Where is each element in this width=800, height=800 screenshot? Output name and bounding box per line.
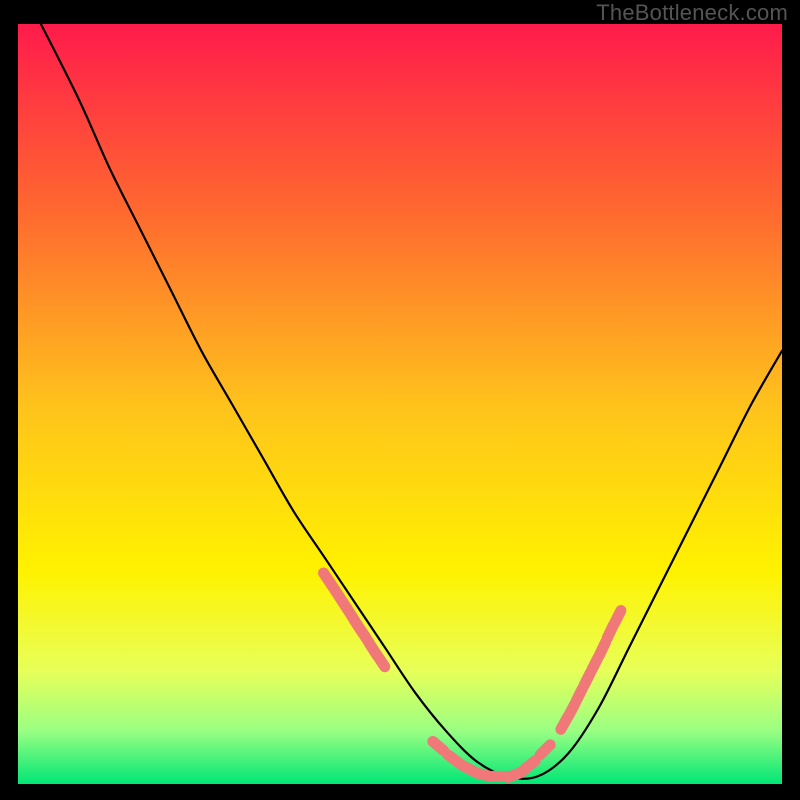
watermark-text: TheBottleneck.com bbox=[596, 0, 788, 26]
marker-pill bbox=[508, 772, 521, 777]
marker-pill bbox=[615, 611, 621, 624]
marker-pill bbox=[540, 745, 550, 755]
marker-pill bbox=[433, 741, 444, 750]
chart-svg bbox=[18, 24, 782, 784]
marker-pill bbox=[599, 642, 605, 655]
marker-pill bbox=[377, 655, 385, 667]
chart-plot-area bbox=[18, 24, 782, 784]
frame: TheBottleneck.com bbox=[0, 0, 800, 800]
marker-pill bbox=[448, 755, 459, 763]
marker-pill bbox=[524, 761, 535, 770]
